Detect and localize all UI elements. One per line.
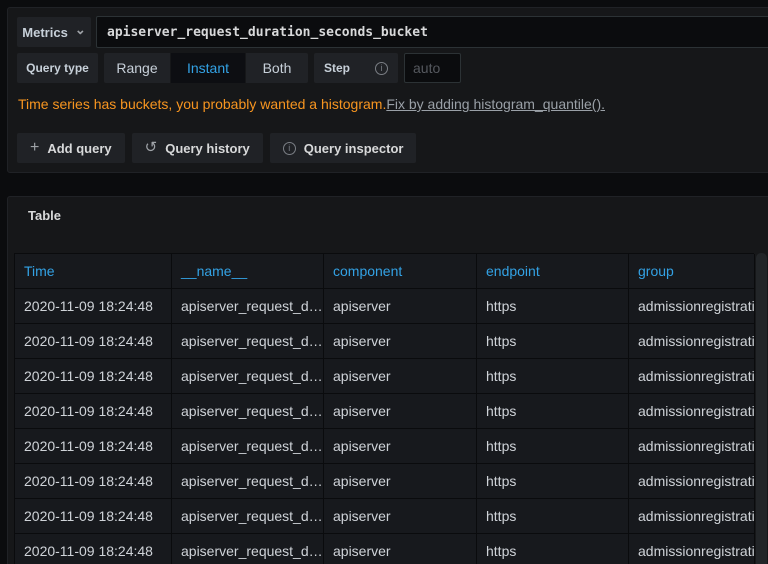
table-cell: 2020-11-09 18:24:48 — [15, 394, 172, 429]
table-cell: apiserver — [324, 289, 477, 324]
table-cell: 2020-11-09 18:24:48 — [15, 429, 172, 464]
plus-icon: + — [30, 139, 40, 156]
table-cell: apiserver_request_d… — [172, 464, 324, 499]
table-cell: apiserver_request_d… — [172, 359, 324, 394]
table-cell: admissionregistrati… — [629, 429, 755, 464]
results-table: Time __name__ component endpoint group 2… — [14, 253, 755, 564]
table-cell: admissionregistrati… — [629, 534, 755, 564]
table-cell: 2020-11-09 18:24:48 — [15, 499, 172, 534]
promql-query-input[interactable] — [96, 16, 768, 48]
table-cell: 2020-11-09 18:24:48 — [15, 359, 172, 394]
query-inspector-button[interactable]: i Query inspector — [269, 133, 417, 163]
query-type-label: Query type — [17, 53, 98, 83]
metrics-dropdown-button[interactable]: Metrics ⌄ — [17, 17, 91, 47]
table-cell: apiserver_request_d… — [172, 289, 324, 324]
table-cell: 2020-11-09 18:24:48 — [15, 324, 172, 359]
table-cell: admissionregistrati… — [629, 289, 755, 324]
info-icon[interactable]: i — [375, 61, 388, 75]
table-cell: admissionregistrati… — [629, 464, 755, 499]
table-cell: apiserver_request_d… — [172, 394, 324, 429]
table-scrollbar[interactable] — [756, 253, 767, 564]
table-cell: admissionregistrati… — [629, 394, 755, 429]
table-cell: admissionregistrati… — [629, 359, 755, 394]
history-icon: ↺ — [144, 139, 158, 156]
table-cell: https — [477, 359, 629, 394]
table-panel: Table Time __name__ component endpoint g… — [7, 196, 768, 564]
table-cell: apiserver — [324, 394, 477, 429]
table-cell: apiserver — [324, 359, 477, 394]
warning-text: Time series has buckets, you probably wa… — [18, 96, 387, 112]
table-cell: https — [477, 534, 629, 564]
column-header-time[interactable]: Time — [15, 254, 172, 289]
histogram-quantile-fix-link[interactable]: Fix by adding histogram_quantile(). — [386, 96, 605, 112]
query-editor-panel: Metrics ⌄ Query type Range Instant Both … — [7, 7, 768, 173]
query-type-radio-group: Range Instant Both — [104, 53, 308, 83]
table-cell: https — [477, 324, 629, 359]
table-cell: admissionregistrati… — [629, 324, 755, 359]
table-cell: 2020-11-09 18:24:48 — [15, 464, 172, 499]
column-header-endpoint[interactable]: endpoint — [477, 254, 629, 289]
column-header-component[interactable]: component — [324, 254, 477, 289]
chevron-down-icon: ⌄ — [74, 22, 86, 37]
query-type-option-both[interactable]: Both — [246, 53, 308, 83]
step-label: Step i — [314, 53, 398, 83]
add-query-button[interactable]: + Add query — [17, 133, 125, 163]
table-cell: apiserver_request_d… — [172, 499, 324, 534]
info-icon: i — [282, 141, 296, 155]
table-cell: https — [477, 499, 629, 534]
table-cell: apiserver_request_d… — [172, 429, 324, 464]
metrics-dropdown-label: Metrics — [22, 24, 68, 40]
table-cell: 2020-11-09 18:24:48 — [15, 289, 172, 324]
column-header-group[interactable]: group — [629, 254, 755, 289]
table-cell: apiserver — [324, 464, 477, 499]
query-toolbar: + Add query ↺ Query history i Query insp… — [17, 133, 417, 163]
table-cell: admissionregistrati… — [629, 499, 755, 534]
table-cell: apiserver_request_d… — [172, 534, 324, 564]
table-cell: https — [477, 289, 629, 324]
table-cell: apiserver — [324, 429, 477, 464]
table-cell: apiserver_request_d… — [172, 324, 324, 359]
table-cell: https — [477, 394, 629, 429]
column-header-name[interactable]: __name__ — [172, 254, 324, 289]
table-cell: https — [477, 429, 629, 464]
query-type-option-range[interactable]: Range — [104, 53, 170, 83]
table-cell: apiserver — [324, 534, 477, 564]
table-cell: apiserver — [324, 499, 477, 534]
table-cell: apiserver — [324, 324, 477, 359]
panel-title: Table — [28, 208, 61, 223]
step-input[interactable] — [404, 53, 461, 83]
table-cell: 2020-11-09 18:24:48 — [15, 534, 172, 564]
query-type-option-instant[interactable]: Instant — [171, 53, 245, 83]
table-cell: https — [477, 464, 629, 499]
histogram-warning: Time series has buckets, you probably wa… — [18, 96, 605, 112]
query-history-button[interactable]: ↺ Query history — [131, 133, 263, 163]
